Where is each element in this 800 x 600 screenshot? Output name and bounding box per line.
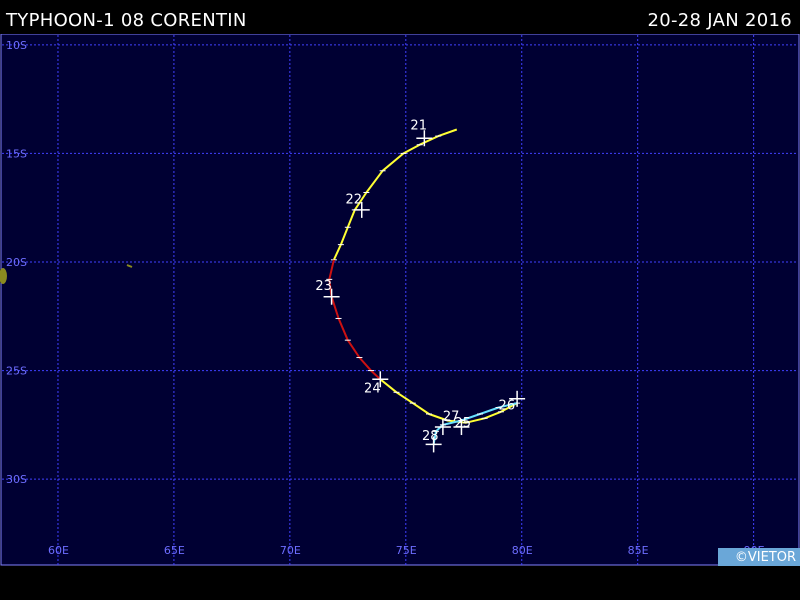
credit-text: ©VIETOR [734,550,796,565]
map-canvas: 10S15S20S25S30S60E65E70E75E80E85E90E2122… [0,33,800,566]
day-label: 21 [410,119,427,134]
day-label: 26 [499,399,516,414]
lat-tick-label: 30S [6,473,27,486]
lon-tick-label: 75E [396,544,417,557]
lat-tick-label: 10S [6,39,27,52]
lon-tick-label: 65E [164,544,185,557]
lat-tick-label: 25S [6,365,27,378]
header-bar: TYPHOON-1 08 CORENTIN 20-28 JAN 2016 [0,0,800,34]
day-label: 25 [454,416,471,431]
day-label: 22 [346,192,363,207]
lon-tick-label: 85E [628,544,649,557]
storm-title: TYPHOON-1 08 CORENTIN [6,10,247,31]
lat-tick-label: 15S [6,147,27,160]
lon-tick-label: 70E [280,544,301,557]
lon-tick-label: 80E [512,544,533,557]
footer-bar [0,566,800,600]
track-map[interactable]: 10S15S20S25S30S60E65E70E75E80E85E90E2122… [0,33,800,566]
day-label: 24 [364,381,381,396]
lat-tick-label: 20S [6,256,27,269]
day-label: 28 [422,429,439,444]
lon-tick-label: 60E [48,544,69,557]
map-border [0,33,800,566]
date-range: 20-28 JAN 2016 [647,10,792,31]
day-label: 23 [315,279,332,294]
